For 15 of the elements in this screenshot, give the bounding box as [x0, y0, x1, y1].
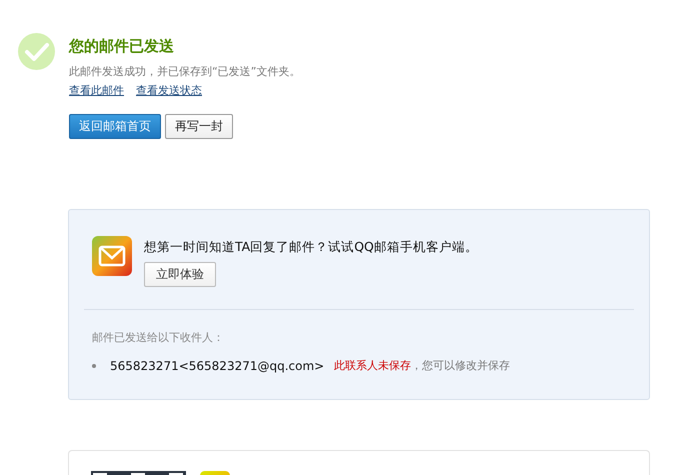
try-button[interactable]: 立即体验: [144, 262, 216, 287]
mail-app-icon: [92, 236, 132, 276]
promo-text: 想第一时间知道TA回复了邮件？试试QQ邮箱手机客户端。: [144, 239, 478, 256]
view-link[interactable]: 查看此邮件: [69, 83, 124, 98]
home-button[interactable]: 返回邮箱首页: [69, 114, 161, 139]
success-check-icon: [18, 33, 55, 70]
sent-message: 此邮件发送成功，并已保存到“已发送”文件夹。: [69, 64, 300, 79]
bullet-icon: [92, 364, 96, 368]
view-link[interactable]: 查看发送状态: [136, 83, 202, 98]
compose-button[interactable]: 再写一封: [165, 114, 233, 139]
save-hint: ，您可以修改并保存: [411, 358, 510, 373]
sent-title: 您的邮件已发送: [69, 37, 175, 56]
unsaved-warning: 此联系人未保存: [334, 358, 412, 373]
recipient-address: 565823271<565823271@qq.com>: [110, 358, 324, 372]
recipients-heading: 邮件已发送给以下收件人：: [92, 330, 225, 345]
